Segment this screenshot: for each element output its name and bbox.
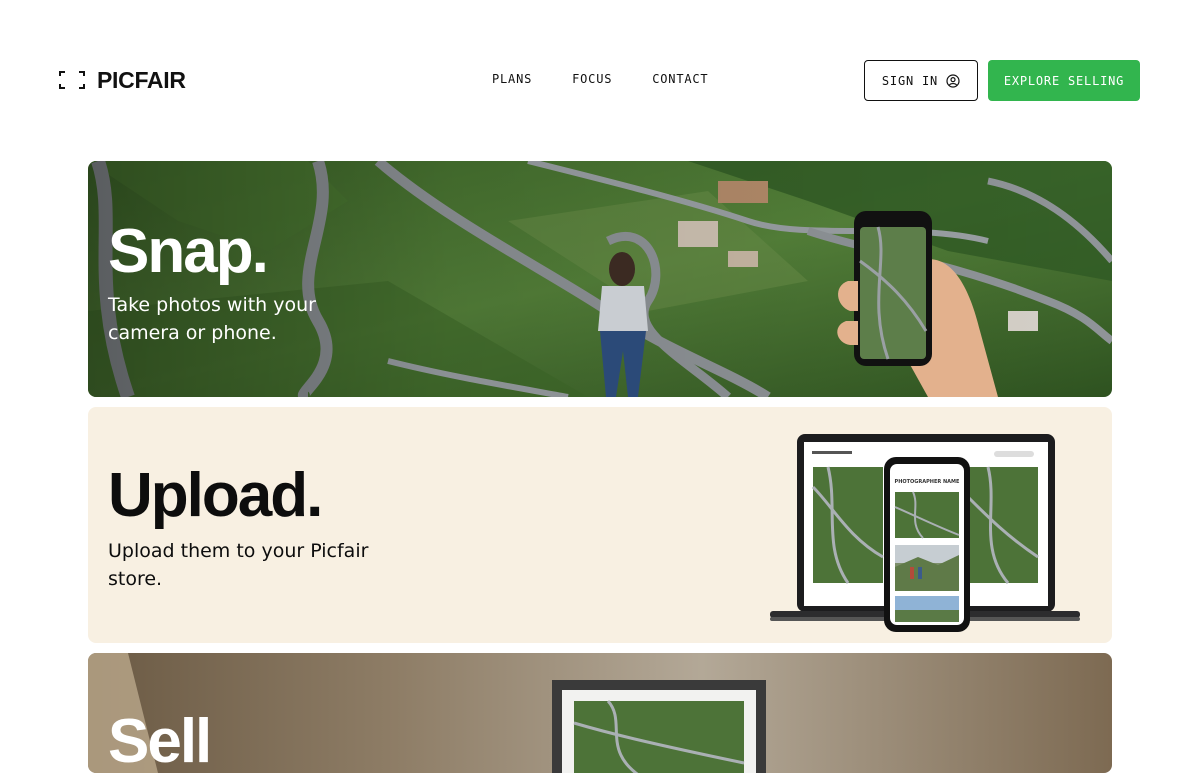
devices-illustration: PHOTOGRAPHER NAME (770, 434, 1080, 632)
nav-focus[interactable]: FOCUS (572, 72, 612, 86)
sell-card: Sell (88, 653, 1112, 773)
explore-selling-label: EXPLORE SELLING (1003, 73, 1125, 88)
sign-in-button[interactable]: SIGN IN (864, 60, 978, 101)
upload-card: Upload. Upload them to your Picfair stor… (88, 407, 1112, 643)
sell-title: Sell (108, 707, 212, 773)
logo-text: PICFAIR (97, 66, 186, 93)
site-header: PICFAIR PLANS FOCUS CONTACT SIGN IN EXPL… (0, 0, 1200, 161)
sign-in-label: SIGN IN (881, 73, 939, 88)
picfair-logo[interactable]: PICFAIR (59, 66, 186, 94)
logo-frame-icon (59, 71, 85, 89)
nav-plans[interactable]: PLANS (492, 72, 532, 86)
main-nav: PLANS FOCUS CONTACT (492, 72, 708, 86)
snap-description: Take photos with your camera or phone. (108, 294, 316, 344)
nav-contact[interactable]: CONTACT (652, 72, 708, 86)
snap-card: Snap. Take photos with your camera or ph… (88, 161, 1112, 397)
device-caption: PHOTOGRAPHER NAME (895, 479, 960, 485)
snap-title: Snap. (108, 217, 269, 286)
user-icon (946, 73, 960, 88)
phone: PHOTOGRAPHER NAME (884, 457, 970, 632)
framed-print-photo (88, 653, 1112, 773)
explore-selling-button[interactable]: EXPLORE SELLING (988, 60, 1140, 101)
